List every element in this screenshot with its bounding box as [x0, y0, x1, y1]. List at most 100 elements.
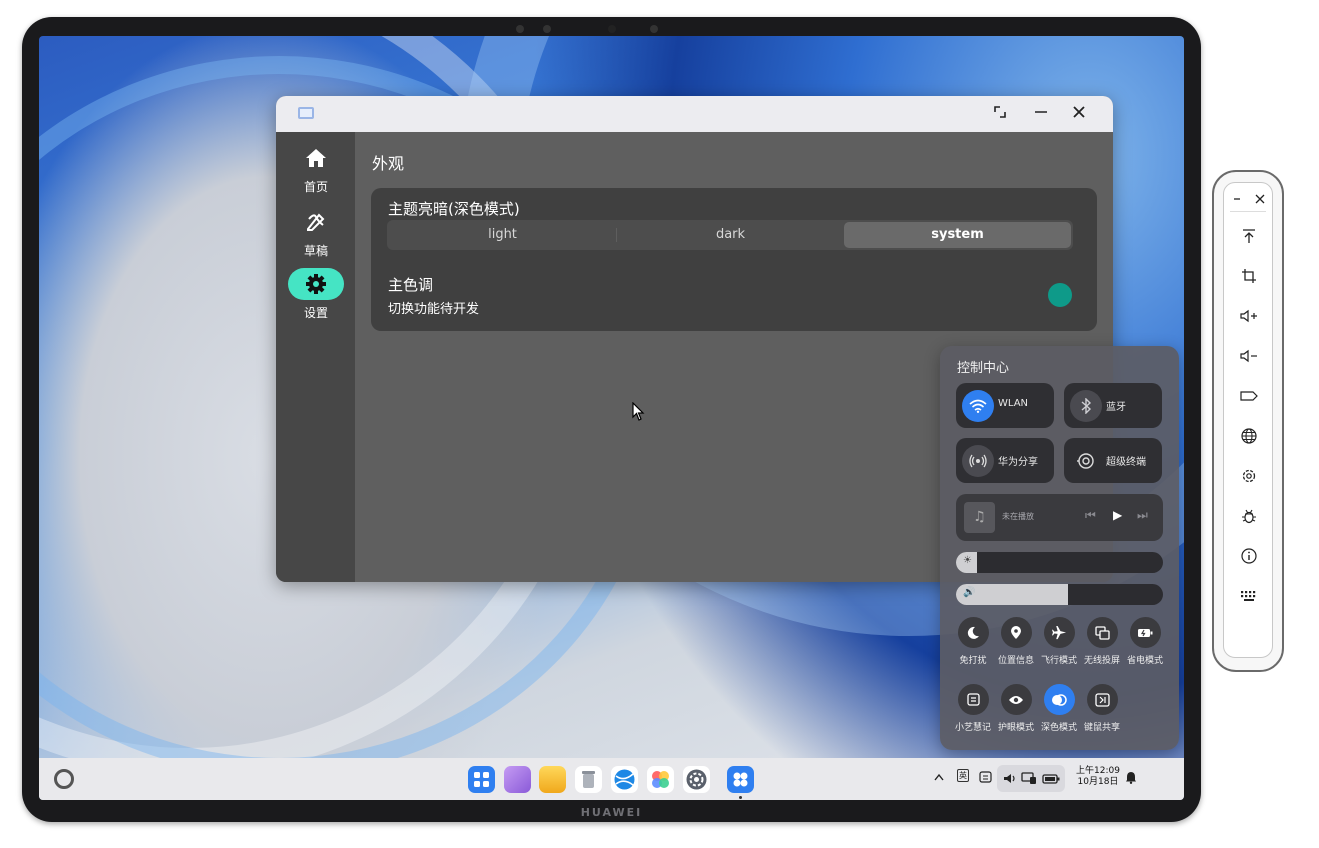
title-bar[interactable] [276, 96, 1113, 132]
toggle-label: 深色模式 [1040, 723, 1077, 733]
appearance-card: 主题亮暗(深色模式) light dark system 主色调 切换功能待开发 [371, 188, 1097, 331]
app-icon[interactable] [727, 766, 754, 793]
note-icon [957, 684, 989, 715]
play-icon[interactable]: ▶ [1113, 508, 1122, 522]
trash-icon[interactable] [575, 766, 602, 793]
location-icon [1000, 617, 1032, 648]
sidebar-item-label: 首页 [303, 180, 328, 194]
eye-comfort-toggle[interactable]: 护眼模式 [994, 684, 1038, 733]
device-connect-icon [1021, 772, 1036, 784]
globe-icon[interactable] [1224, 424, 1274, 448]
info-icon[interactable] [1224, 544, 1274, 568]
airplane-icon [1043, 617, 1075, 648]
minimize-button[interactable] [1028, 102, 1054, 126]
keyboard-mouse-share-toggle[interactable]: 键鼠共享 [1080, 684, 1124, 733]
theme-title: 主题亮暗(深色模式) [388, 200, 520, 218]
super-device-tile[interactable]: 超级终端 [1064, 438, 1162, 483]
do-not-disturb-toggle[interactable]: 免打扰 [951, 617, 995, 666]
keyboard-icon[interactable] [1224, 584, 1274, 608]
sensor-dot [516, 25, 524, 33]
toggle-label: 无线投屏 [1083, 656, 1120, 666]
bug-icon[interactable] [1224, 504, 1274, 528]
close-icon[interactable] [1235, 187, 1285, 211]
app-grid-icon[interactable] [468, 766, 495, 793]
volume-down-icon[interactable] [1224, 344, 1274, 368]
bluetooth-icon [1070, 390, 1102, 422]
eye-icon [1000, 684, 1032, 715]
huawei-share-tile[interactable]: 华为分享 [956, 438, 1054, 483]
sidebar-item-home[interactable]: 首页 [288, 142, 344, 195]
dark-mode-icon [1043, 684, 1075, 715]
brand-logo: HUAWEI [580, 806, 643, 819]
multitask-icon[interactable] [504, 766, 531, 793]
restore-button[interactable] [987, 102, 1013, 126]
minimize-icon [1035, 111, 1047, 113]
clock-date: 10月18日 [1077, 777, 1119, 787]
accent-color-swatch[interactable] [1048, 283, 1072, 307]
settings-icon[interactable] [1224, 464, 1274, 488]
theme-option-light[interactable]: light [389, 222, 616, 248]
sidebar: 首页 草稿 设置 [276, 132, 355, 582]
toggle-label: 小艺慧记 [954, 723, 991, 733]
previous-icon[interactable]: ⏮ [1085, 508, 1096, 523]
theme-option-system[interactable]: system [844, 222, 1071, 248]
media-player: ♫ 未在播放 ⏮ ▶ ⏭ [956, 494, 1163, 541]
xiaoyi-notes-toggle[interactable]: 小艺慧记 [951, 684, 995, 733]
notification-bell-icon[interactable] [1125, 771, 1137, 787]
volume-slider[interactable]: 🔊 [956, 584, 1163, 605]
wifi-icon [962, 390, 994, 422]
speaker-icon: 🔊 [963, 587, 976, 598]
wlan-tile[interactable]: WLAN [956, 383, 1054, 428]
settings-icon[interactable] [683, 766, 710, 793]
keyboard-mouse-icon [1086, 684, 1118, 715]
sidebar-item-settings[interactable]: 设置 [288, 268, 344, 321]
accent-subtitle: 切换功能待开发 [388, 302, 480, 317]
start-button[interactable] [54, 769, 74, 789]
toggle-label: 键鼠共享 [1083, 723, 1120, 733]
top-icon[interactable] [1224, 224, 1274, 248]
media-status: 未在播放 [1002, 512, 1034, 521]
files-icon[interactable] [539, 766, 566, 793]
camera [608, 25, 616, 33]
home-icon [288, 142, 344, 174]
app-book-icon [298, 107, 314, 119]
theme-option-dark[interactable]: dark [617, 222, 844, 248]
next-icon[interactable]: ⏭ [1137, 508, 1148, 523]
running-indicator [739, 796, 742, 799]
tile-label: WLAN [998, 398, 1029, 409]
super-device-icon [1070, 445, 1102, 477]
close-button[interactable] [1066, 102, 1092, 126]
gear-icon [288, 268, 344, 300]
draft-icon [288, 206, 344, 238]
page-title: 外观 [372, 154, 405, 173]
input-method-indicator[interactable]: 英 [957, 769, 969, 782]
battery-saver-toggle[interactable]: 省电模式 [1123, 617, 1167, 666]
moon-icon [957, 617, 989, 648]
toggle-label: 省电模式 [1126, 656, 1163, 666]
note-tray-icon[interactable] [979, 771, 992, 786]
wireless-cast-toggle[interactable]: 无线投屏 [1080, 617, 1124, 666]
system-tray-group[interactable] [997, 765, 1065, 792]
sidebar-item-label: 设置 [303, 306, 328, 320]
volume-up-icon[interactable] [1224, 304, 1274, 328]
chevron-up-icon[interactable] [934, 771, 944, 784]
airplane-toggle[interactable]: 飞行模式 [1037, 617, 1081, 666]
dark-mode-toggle[interactable]: 深色模式 [1037, 684, 1081, 733]
location-toggle[interactable]: 位置信息 [994, 617, 1038, 666]
battery-icon [1042, 774, 1060, 784]
bluetooth-tile[interactable]: 蓝牙 [1064, 383, 1162, 428]
close-icon [1073, 106, 1085, 118]
sidebar-item-draft[interactable]: 草稿 [288, 206, 344, 259]
sidebar-item-label: 草稿 [303, 244, 328, 258]
crop-icon[interactable] [1224, 264, 1274, 288]
gallery-icon[interactable] [647, 766, 674, 793]
accent-title: 主色调 [388, 276, 434, 294]
brightness-slider[interactable]: ☀ [956, 552, 1163, 573]
toggle-label: 飞行模式 [1040, 656, 1077, 666]
speaker-icon [1004, 774, 1015, 783]
tile-label: 蓝牙 [1106, 402, 1126, 413]
clock[interactable]: 上午12:09 10月18日 [1076, 766, 1120, 788]
tag-icon[interactable] [1224, 384, 1274, 408]
control-center-title: 控制中心 [957, 361, 1010, 376]
browser-icon[interactable] [611, 766, 638, 793]
